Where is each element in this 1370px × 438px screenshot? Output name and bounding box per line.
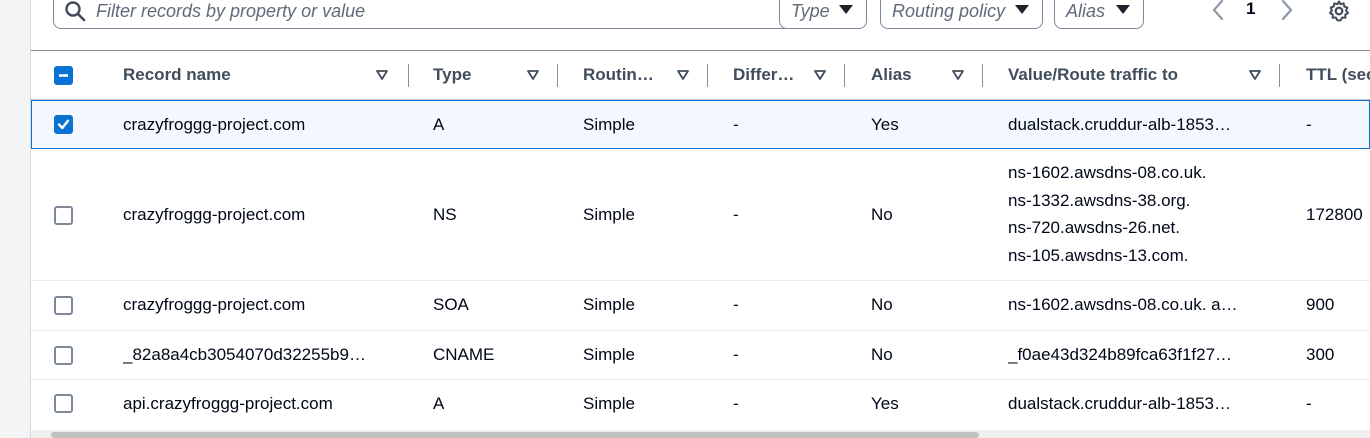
value-line: ns-720.awsdns-26.net.	[1008, 218, 1180, 237]
column-header-alias[interactable]: Alias	[871, 51, 1009, 100]
column-label: Record name	[123, 65, 231, 84]
chevron-left-icon[interactable]	[1211, 0, 1225, 23]
sort-icon[interactable]	[952, 70, 964, 80]
table-header: Record name Type Routin… Differ… Alias V…	[31, 50, 1370, 100]
ttl-cell: 300	[1306, 345, 1335, 364]
column-label: Differ…	[733, 65, 795, 84]
records-table: Record name Type Routin… Differ… Alias V…	[31, 50, 1370, 438]
routing-cell: Simple	[583, 345, 635, 364]
alias-cell: No	[871, 345, 893, 364]
row-checkbox[interactable]	[54, 394, 73, 413]
routing-cell: Simple	[583, 115, 635, 134]
chevron-right-icon[interactable]	[1280, 0, 1294, 23]
column-separator[interactable]	[408, 64, 409, 87]
column-header-differentiator[interactable]: Differ…	[733, 51, 871, 100]
column-separator[interactable]	[707, 64, 708, 87]
column-header-routing-policy[interactable]: Routin…	[583, 51, 733, 100]
alias-filter-label: Alias	[1066, 1, 1106, 21]
gear-icon[interactable]	[1327, 0, 1351, 23]
type-filter-dropdown[interactable]: Type	[779, 0, 867, 29]
search-placeholder: Filter records by property or value	[96, 1, 366, 21]
sort-icon[interactable]	[527, 70, 539, 80]
caret-down-icon	[1015, 5, 1029, 14]
differentiator-cell: -	[733, 295, 739, 314]
table-row[interactable]: crazyfroggg-project.com SOA Simple - No …	[31, 281, 1370, 331]
ttl-cell: -	[1306, 394, 1312, 413]
sort-icon[interactable]	[814, 70, 826, 80]
column-separator[interactable]	[982, 64, 983, 87]
value-cell: dualstack.cruddur-alb-1853…	[1008, 394, 1232, 413]
column-header-record-name[interactable]: Record name	[123, 51, 418, 100]
record-name-cell[interactable]: api.crazyfroggg-project.com	[123, 394, 333, 414]
differentiator-cell: -	[733, 205, 739, 224]
differentiator-cell: -	[733, 394, 739, 413]
type-cell: NS	[433, 205, 457, 224]
row-checkbox[interactable]	[54, 346, 73, 365]
sort-icon[interactable]	[1249, 70, 1261, 80]
column-separator[interactable]	[844, 64, 845, 87]
current-page-number[interactable]: 1	[1246, 0, 1255, 19]
value-cell: dualstack.cruddur-alb-1853…	[1008, 115, 1232, 134]
type-cell: A	[433, 394, 445, 413]
routing-policy-filter-dropdown[interactable]: Routing policy	[880, 0, 1043, 29]
column-header-value[interactable]: Value/Route traffic to	[1008, 51, 1306, 100]
table-toolbar: Filter records by property or value Type…	[31, 0, 1370, 50]
column-header-type[interactable]: Type	[433, 51, 583, 100]
routing-cell: Simple	[583, 295, 635, 314]
column-label: Alias	[871, 65, 912, 84]
column-separator[interactable]	[1279, 64, 1280, 87]
value-line: ns-105.awsdns-13.com.	[1008, 245, 1189, 265]
routing-cell: Simple	[583, 205, 635, 224]
alias-cell: No	[871, 295, 893, 314]
search-icon	[65, 1, 86, 22]
ttl-cell: 900	[1306, 295, 1335, 314]
column-label: Routin…	[583, 65, 654, 84]
column-label: Type	[433, 65, 472, 84]
ttl-cell: 172800	[1306, 205, 1363, 224]
value-list: ns-1602.awsdns-08.co.uk. ns-1332.awsdns-…	[1008, 159, 1206, 269]
type-filter-label: Type	[791, 1, 830, 21]
alias-cell: Yes	[871, 115, 899, 134]
table-row[interactable]: api.crazyfroggg-project.com A Simple - Y…	[31, 380, 1370, 430]
horizontal-scrollbar[interactable]	[31, 430, 1370, 438]
table-row[interactable]: crazyfroggg-project.com A Simple - Yes d…	[31, 100, 1370, 149]
record-name-cell[interactable]: crazyfroggg-project.com	[123, 115, 305, 135]
table-row[interactable]: crazyfroggg-project.com NS Simple - No n…	[31, 149, 1370, 281]
column-header-ttl[interactable]: TTL (sec	[1306, 51, 1370, 100]
type-cell: A	[433, 115, 445, 134]
differentiator-cell: -	[733, 115, 739, 134]
record-name-cell[interactable]: _82a8a4cb3054070d32255b9…	[123, 345, 366, 365]
ttl-cell: -	[1306, 115, 1312, 134]
table-row[interactable]: _82a8a4cb3054070d32255b9… CNAME Simple -…	[31, 331, 1370, 380]
column-label: Value/Route traffic to	[1008, 65, 1179, 84]
alias-cell: No	[871, 205, 893, 224]
row-checkbox[interactable]	[54, 115, 73, 134]
routing-policy-filter-label: Routing policy	[892, 1, 1006, 21]
routing-cell: Simple	[583, 394, 635, 413]
value-cell: _f0ae43d324b89fca63f1f27…	[1008, 345, 1233, 364]
alias-filter-dropdown[interactable]: Alias	[1054, 0, 1144, 29]
select-all-checkbox[interactable]	[54, 66, 73, 85]
caret-down-icon	[1116, 5, 1130, 14]
left-gutter	[0, 0, 31, 438]
sort-icon[interactable]	[677, 70, 689, 80]
row-checkbox[interactable]	[54, 206, 73, 225]
type-cell: CNAME	[433, 345, 495, 364]
scrollbar-thumb[interactable]	[51, 432, 979, 438]
type-cell: SOA	[433, 295, 469, 314]
value-line: ns-1332.awsdns-38.org.	[1008, 190, 1191, 210]
search-input[interactable]: Filter records by property or value	[53, 0, 797, 29]
row-checkbox[interactable]	[54, 296, 73, 315]
value-cell: ns-1602.awsdns-08.co.uk. a…	[1008, 295, 1238, 314]
value-line: ns-1602.awsdns-08.co.uk.	[1008, 163, 1207, 182]
differentiator-cell: -	[733, 345, 739, 364]
caret-down-icon	[839, 5, 853, 14]
alias-cell: Yes	[871, 394, 899, 413]
column-separator[interactable]	[557, 64, 558, 87]
record-name-cell[interactable]: crazyfroggg-project.com	[123, 295, 305, 315]
record-name-cell[interactable]: crazyfroggg-project.com	[123, 205, 305, 225]
column-label: TTL (sec	[1306, 65, 1370, 84]
sort-icon[interactable]	[376, 70, 388, 80]
